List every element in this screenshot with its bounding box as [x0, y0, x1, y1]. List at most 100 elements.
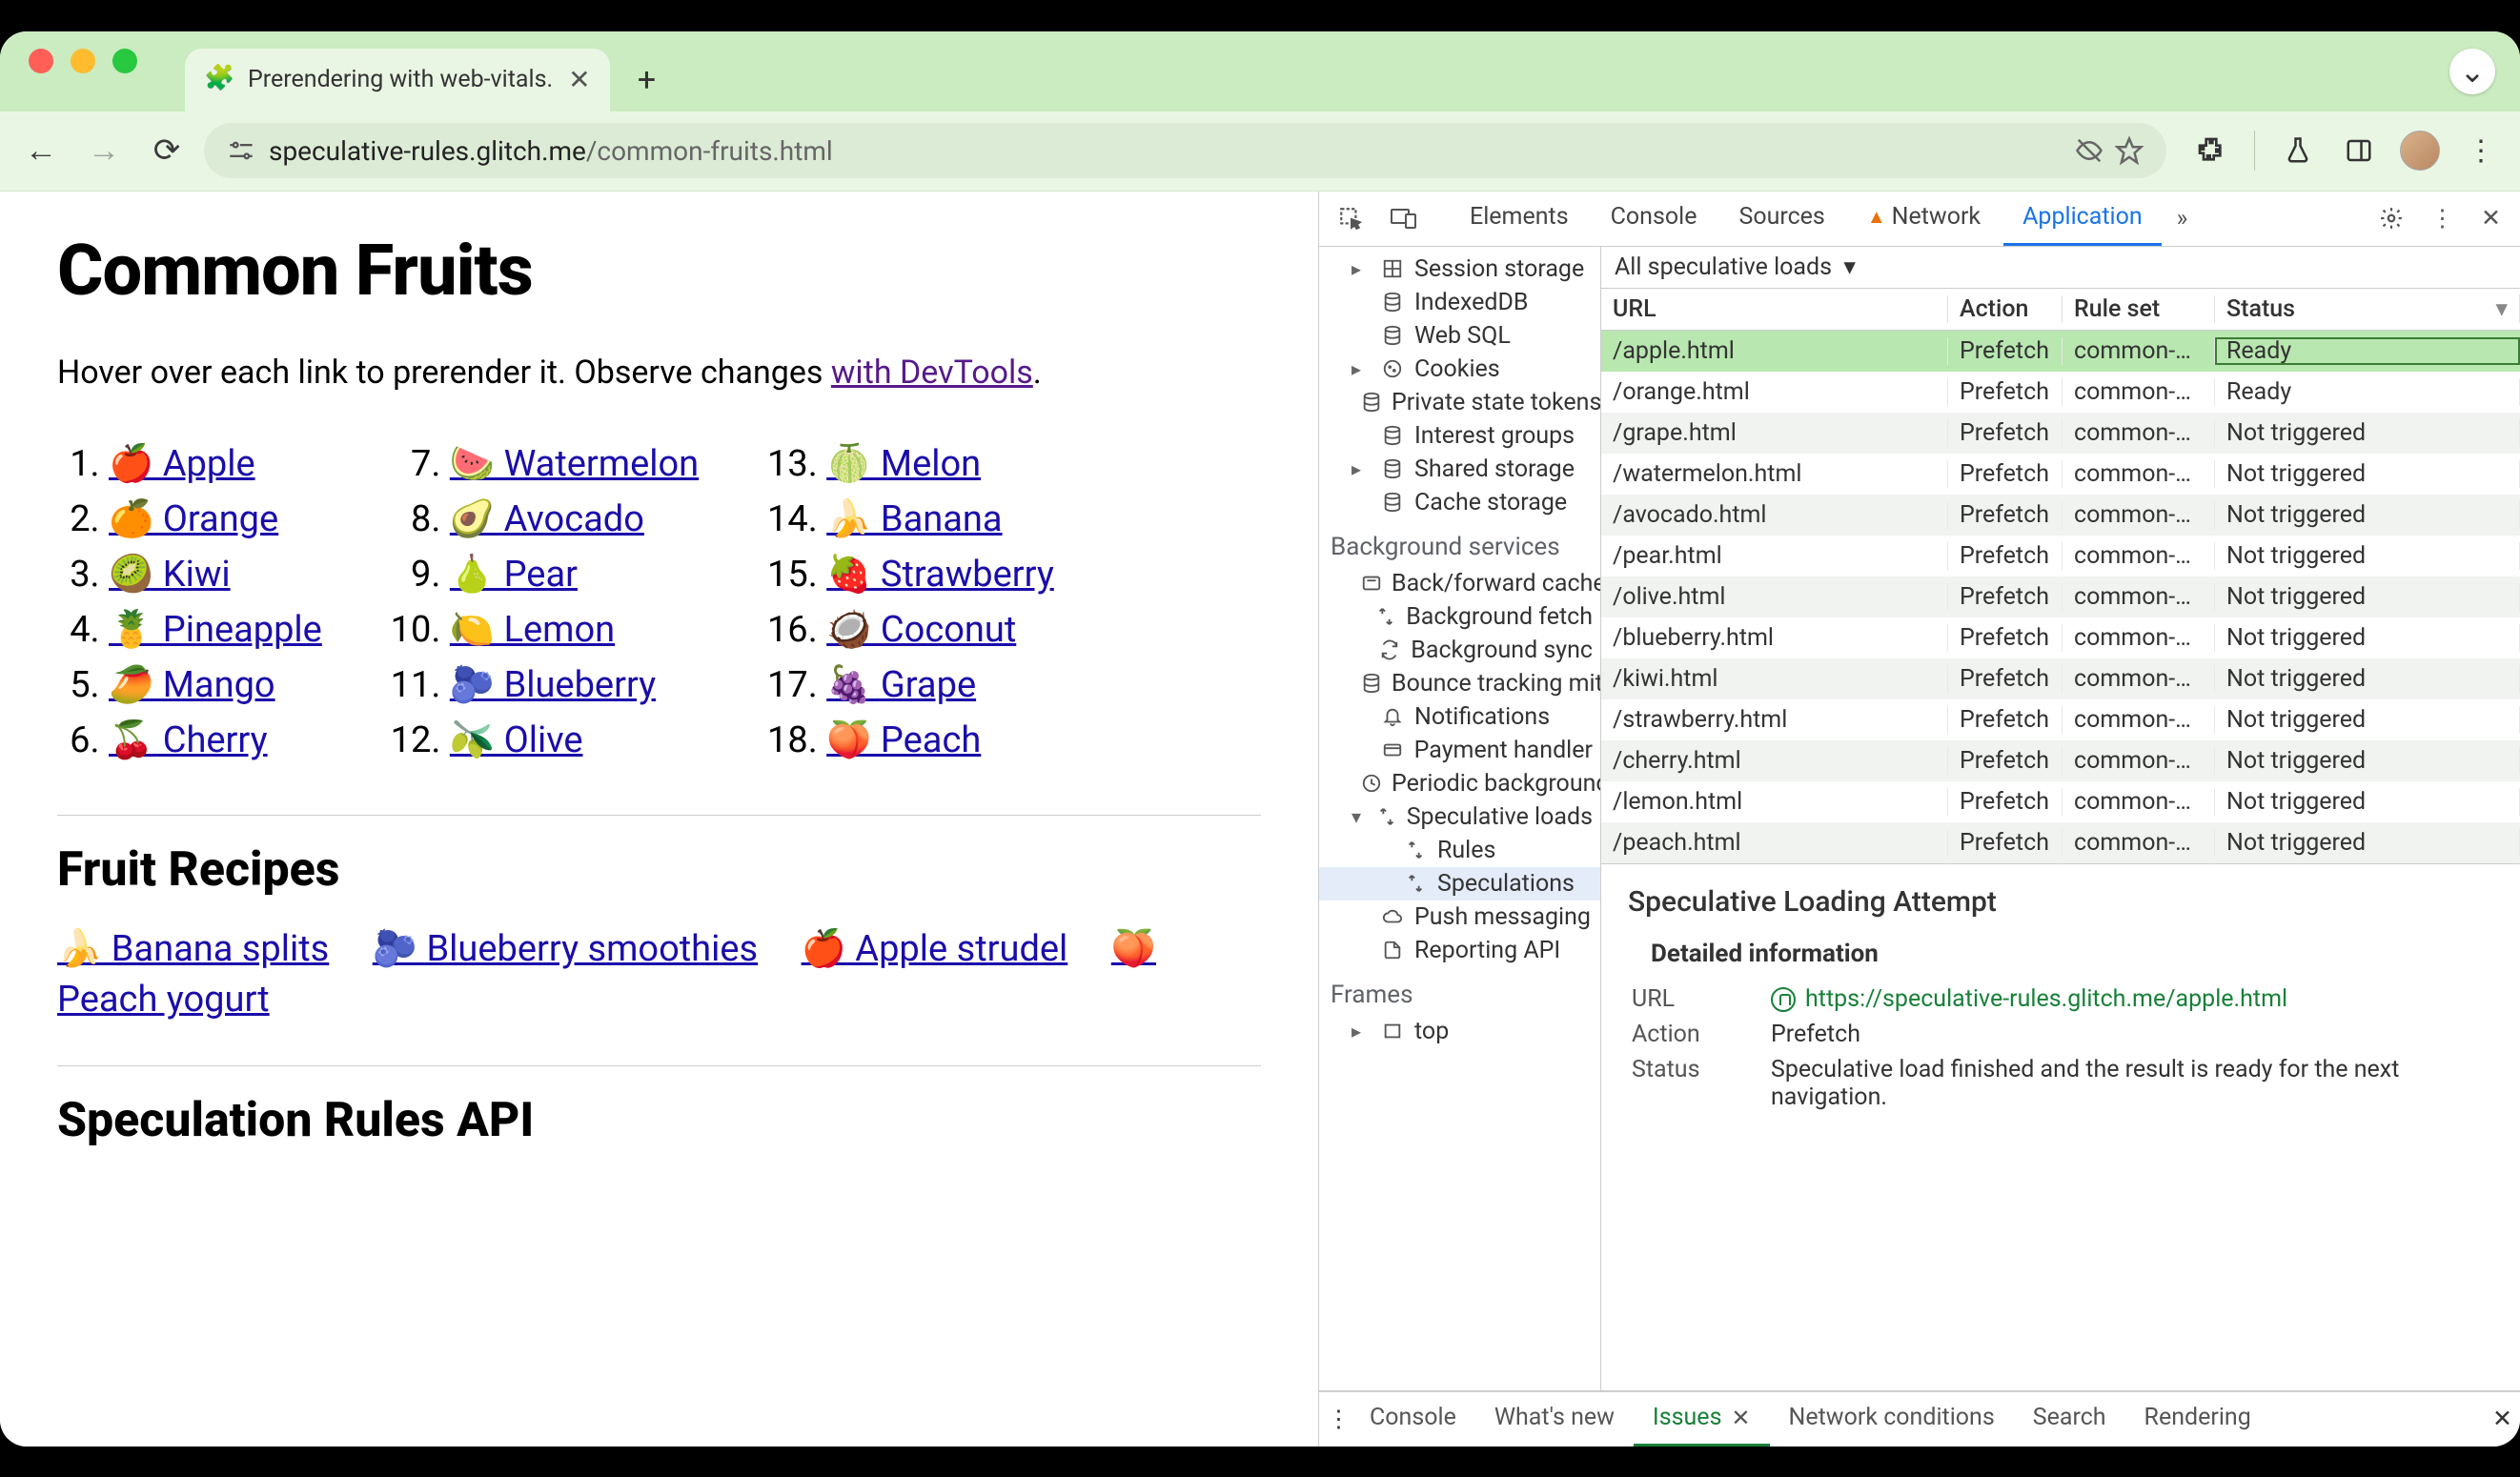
- table-row[interactable]: /peach.htmlPrefetchcommon-…Not triggered: [1601, 822, 2520, 863]
- table-row[interactable]: /apple.htmlPrefetchcommon-…Ready: [1601, 331, 2520, 372]
- fruit-link[interactable]: 🥑 Avocado: [450, 498, 644, 540]
- devtools-tab-console[interactable]: Console: [1592, 192, 1717, 246]
- sidebar-item[interactable]: Cache storage: [1319, 486, 1600, 519]
- drawer-tab-console[interactable]: Console: [1351, 1392, 1475, 1447]
- recipe-link[interactable]: 🫐 Blueberry smoothies: [373, 928, 758, 970]
- recipe-link[interactable]: 🍎 Apple strudel: [802, 928, 1068, 970]
- fruit-link[interactable]: 🍍 Pineapple: [109, 609, 322, 651]
- devtools-tab-elements[interactable]: Elements: [1451, 192, 1588, 246]
- browser-tab[interactable]: 🧩 Prerendering with web-vitals. ✕: [185, 49, 610, 111]
- close-icon[interactable]: ✕: [1725, 1405, 1750, 1431]
- table-row[interactable]: /olive.htmlPrefetchcommon-…Not triggered: [1601, 577, 2520, 617]
- recipe-link[interactable]: 🍌 Banana splits: [57, 928, 329, 970]
- devtools-more-tabs-icon[interactable]: »: [2165, 192, 2200, 246]
- sidebar-item[interactable]: Speculations: [1319, 867, 1600, 900]
- sidebar-item[interactable]: ▸Session storage: [1319, 253, 1600, 286]
- new-tab-button[interactable]: +: [623, 56, 671, 104]
- close-window-button[interactable]: [29, 49, 53, 73]
- drawer-tab-netcond[interactable]: Network conditions: [1770, 1392, 2014, 1447]
- tab-overflow-button[interactable]: ⌄: [2449, 49, 2495, 94]
- fruit-link[interactable]: 🥝 Kiwi: [109, 554, 231, 596]
- sidebar-item[interactable]: Periodic background sync: [1319, 767, 1600, 800]
- site-settings-icon[interactable]: [227, 136, 255, 165]
- fruit-link[interactable]: 🍈 Melon: [826, 443, 981, 485]
- fruit-link[interactable]: 🍊 Orange: [109, 498, 278, 540]
- forward-button[interactable]: →: [78, 125, 130, 176]
- sidebar-item[interactable]: Bounce tracking mitigations: [1319, 667, 1600, 700]
- with-devtools-link[interactable]: with DevTools: [831, 354, 1033, 392]
- fruit-link[interactable]: 🍐 Pear: [450, 554, 578, 596]
- sidebar-item[interactable]: Reporting API: [1319, 934, 1600, 967]
- gear-icon[interactable]: [2368, 192, 2415, 246]
- bookmark-star-icon[interactable]: [2115, 136, 2144, 165]
- fruit-link[interactable]: 🍌 Banana: [826, 498, 1002, 540]
- filter-dropdown[interactable]: All speculative loads ▾: [1615, 253, 1856, 281]
- sidebar-item[interactable]: Payment handler: [1319, 734, 1600, 767]
- detail-url-link[interactable]: https://speculative-rules.glitch.me/appl…: [1805, 985, 2287, 1013]
- table-row[interactable]: /strawberry.htmlPrefetchcommon-…Not trig…: [1601, 699, 2520, 740]
- sidebar-item[interactable]: Background fetch: [1319, 600, 1600, 634]
- devtools-close-icon[interactable]: ✕: [2469, 192, 2512, 246]
- sidebar-item[interactable]: ▸Shared storage: [1319, 453, 1600, 486]
- fruit-link[interactable]: 🍎 Apple: [109, 443, 255, 485]
- sidebar-item[interactable]: ▾Speculative loads: [1319, 800, 1600, 834]
- col-ruleset[interactable]: Rule set: [2063, 295, 2215, 323]
- table-row[interactable]: /cherry.htmlPrefetchcommon-…Not triggere…: [1601, 740, 2520, 781]
- maximize-window-button[interactable]: [112, 49, 137, 73]
- table-row[interactable]: /lemon.htmlPrefetchcommon-…Not triggered: [1601, 781, 2520, 822]
- labs-icon[interactable]: [2274, 127, 2322, 174]
- table-row[interactable]: /avocado.htmlPrefetchcommon-…Not trigger…: [1601, 495, 2520, 536]
- sidebar-item[interactable]: IndexedDB: [1319, 286, 1600, 319]
- devtools-menu-icon[interactable]: ⋮: [2419, 192, 2466, 246]
- drawer-tab-rendering[interactable]: Rendering: [2125, 1392, 2270, 1447]
- drawer-menu-icon[interactable]: ⋮: [1327, 1405, 1351, 1433]
- sidebar-item[interactable]: Private state tokens: [1319, 386, 1600, 419]
- drawer-tab-issues[interactable]: Issues ✕: [1634, 1392, 1770, 1447]
- table-row[interactable]: /orange.htmlPrefetchcommon-…Ready: [1601, 372, 2520, 413]
- sidebar-item[interactable]: Rules: [1319, 834, 1600, 867]
- fruit-link[interactable]: 🍋 Lemon: [450, 609, 615, 651]
- col-url[interactable]: URL: [1601, 295, 1948, 323]
- devtools-tab-application[interactable]: Application: [2003, 192, 2162, 246]
- eye-off-icon[interactable]: [2075, 136, 2103, 165]
- table-row[interactable]: /grape.htmlPrefetchcommon-…Not triggered: [1601, 413, 2520, 454]
- side-panel-icon[interactable]: [2335, 127, 2383, 174]
- sidebar-item[interactable]: ▸Cookies: [1319, 353, 1600, 386]
- table-row[interactable]: /pear.htmlPrefetchcommon-…Not triggered: [1601, 536, 2520, 577]
- sidebar-item[interactable]: Notifications: [1319, 700, 1600, 734]
- drawer-tab-search[interactable]: Search: [2014, 1392, 2125, 1447]
- back-button[interactable]: ←: [15, 125, 67, 176]
- fruit-link[interactable]: 🍒 Cherry: [109, 719, 268, 761]
- col-status[interactable]: Status▾: [2215, 294, 2520, 323]
- table-row[interactable]: /watermelon.htmlPrefetchcommon-…Not trig…: [1601, 454, 2520, 495]
- drawer-close-icon[interactable]: ✕: [2492, 1405, 2512, 1433]
- fruit-link[interactable]: 🍑 Peach: [826, 719, 981, 761]
- table-row[interactable]: /kiwi.htmlPrefetchcommon-…Not triggered: [1601, 658, 2520, 699]
- omnibox[interactable]: speculative-rules.glitch.me/common-fruit…: [204, 123, 2166, 178]
- profile-avatar[interactable]: [2396, 127, 2444, 174]
- sidebar-item[interactable]: ▸top: [1319, 1015, 1600, 1048]
- fruit-link[interactable]: 🍓 Strawberry: [826, 554, 1054, 596]
- fruit-link[interactable]: 🍉 Watermelon: [450, 443, 699, 485]
- drawer-tab-whatsnew[interactable]: What's new: [1475, 1392, 1634, 1447]
- sidebar-item[interactable]: Web SQL: [1319, 319, 1600, 353]
- fruit-link[interactable]: 🥥 Coconut: [826, 609, 1016, 651]
- devtools-tab-network[interactable]: Network: [1848, 192, 2000, 246]
- extensions-icon[interactable]: [2187, 127, 2235, 174]
- table-row[interactable]: /blueberry.htmlPrefetchcommon-…Not trigg…: [1601, 617, 2520, 658]
- fruit-link[interactable]: 🫐 Blueberry: [450, 664, 656, 706]
- fruit-link[interactable]: 🍇 Grape: [826, 664, 976, 706]
- device-toggle-icon[interactable]: [1378, 192, 1430, 246]
- devtools-tab-sources[interactable]: Sources: [1719, 192, 1843, 246]
- inspect-icon[interactable]: [1327, 192, 1374, 246]
- sidebar-item[interactable]: Push messaging: [1319, 900, 1600, 934]
- sidebar-item[interactable]: Back/forward cache: [1319, 567, 1600, 600]
- minimize-window-button[interactable]: [71, 49, 95, 73]
- chrome-menu-button[interactable]: ⋮: [2457, 127, 2505, 174]
- tab-close-button[interactable]: ✕: [568, 64, 590, 95]
- col-action[interactable]: Action: [1948, 295, 2063, 323]
- fruit-link[interactable]: 🫒 Olive: [450, 719, 583, 761]
- reload-button[interactable]: ⟳: [141, 125, 193, 176]
- fruit-link[interactable]: 🥭 Mango: [109, 664, 275, 706]
- sidebar-item[interactable]: Interest groups: [1319, 419, 1600, 453]
